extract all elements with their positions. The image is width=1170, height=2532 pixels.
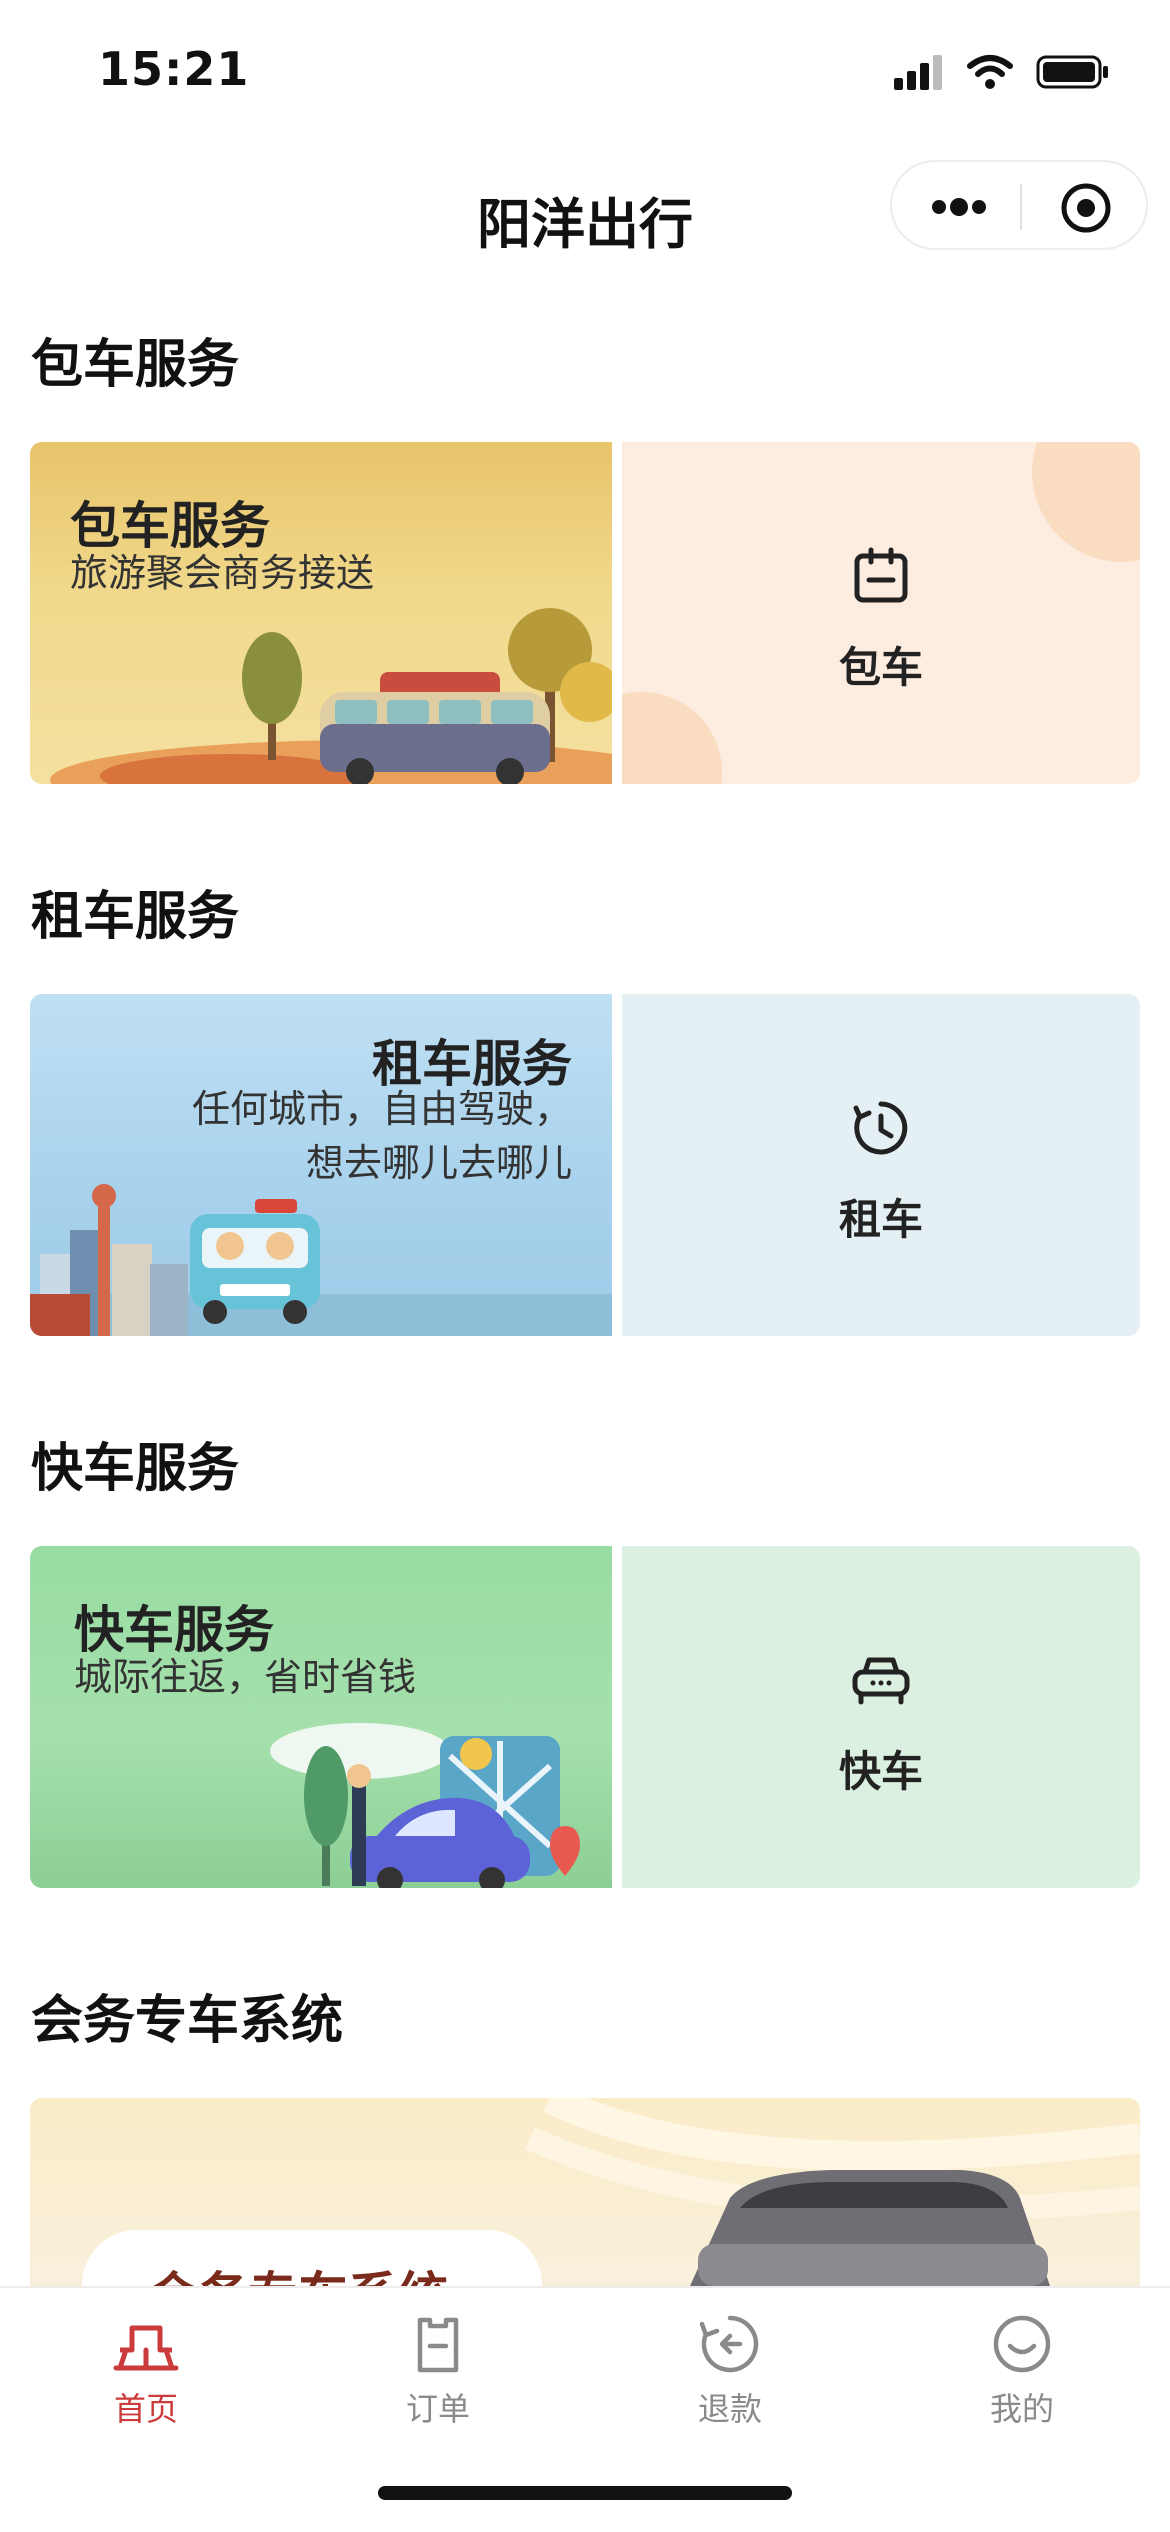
express-card: 快车服务 城际往返，省时省钱 快车: [30, 1546, 1140, 1888]
express-banner[interactable]: 快车服务 城际往返，省时省钱: [30, 1546, 612, 1888]
conference-banner-bg: 会务专车系统: [30, 2098, 1140, 2286]
tab-refund[interactable]: 退款: [584, 2288, 876, 2448]
conference-pill-text: 会务专车系统: [148, 2256, 448, 2286]
nav-bar: 阳洋出行: [0, 140, 1170, 270]
more-icon[interactable]: [928, 187, 990, 227]
rental-button[interactable]: 租车: [622, 994, 1140, 1336]
car-icon: [852, 1657, 910, 1705]
status-icons: [894, 52, 1110, 92]
status-time: 15:21: [98, 42, 250, 96]
close-target-icon[interactable]: [1060, 182, 1112, 234]
decor-circle: [622, 442, 1140, 784]
charter-button-label: 包车: [838, 643, 923, 692]
home-icon: [113, 2325, 179, 2371]
rental-banner-subtitle-1: 任何城市，自由驾驶，: [191, 1087, 572, 1131]
home-indicator: [378, 2486, 792, 2500]
express-button-label: 快车: [838, 1747, 923, 1796]
charter-button[interactable]: 包车: [622, 442, 1140, 784]
profile-icon: [993, 2315, 1051, 2373]
tab-profile[interactable]: 我的: [876, 2288, 1168, 2448]
tab-refund-label: 退款: [697, 2390, 762, 2428]
tab-orders[interactable]: 订单: [292, 2288, 584, 2448]
tab-home-label: 首页: [113, 2390, 178, 2428]
tab-profile-label: 我的: [989, 2390, 1054, 2428]
charter-banner[interactable]: 包车服务 旅游聚会商务接送: [30, 442, 612, 784]
charter-banner-subtitle: 旅游聚会商务接送: [70, 551, 375, 595]
calendar-icon: [854, 547, 908, 603]
clock-icon: [853, 1101, 908, 1155]
section-title-charter: 包车服务: [31, 335, 240, 395]
wifi-icon: [967, 55, 1013, 89]
rental-card: 租车服务 任何城市，自由驾驶， 想去哪儿去哪儿 租车: [30, 994, 1140, 1336]
section-title-express: 快车服务: [31, 1439, 240, 1499]
section-title-rental: 租车服务: [31, 887, 240, 947]
rental-button-label: 租车: [838, 1195, 923, 1244]
express-banner-subtitle: 城际往返，省时省钱: [74, 1655, 417, 1699]
mini-program-capsule: [890, 160, 1148, 250]
tab-orders-label: 订单: [405, 2390, 470, 2428]
rental-banner[interactable]: 租车服务 任何城市，自由驾驶， 想去哪儿去哪儿: [30, 994, 612, 1336]
charter-card: 包车服务 旅游聚会商务接送 包车: [30, 442, 1140, 784]
conference-pill: 会务专车系统: [82, 2230, 542, 2286]
signal-icon: [894, 55, 942, 90]
tab-home[interactable]: 首页: [0, 2288, 292, 2448]
capsule-divider: [1020, 184, 1022, 230]
rental-banner-subtitle-2: 想去哪儿去哪儿: [305, 1141, 572, 1185]
order-icon: [417, 2317, 459, 2373]
refund-icon: [699, 2315, 759, 2373]
express-button[interactable]: 快车: [622, 1546, 1140, 1888]
conference-banner[interactable]: 会务专车系统: [30, 2098, 1140, 2286]
status-bar: 15:21: [0, 0, 1170, 140]
battery-icon: [1036, 55, 1108, 89]
section-title-conference: 会务专车系统: [31, 1991, 344, 2051]
